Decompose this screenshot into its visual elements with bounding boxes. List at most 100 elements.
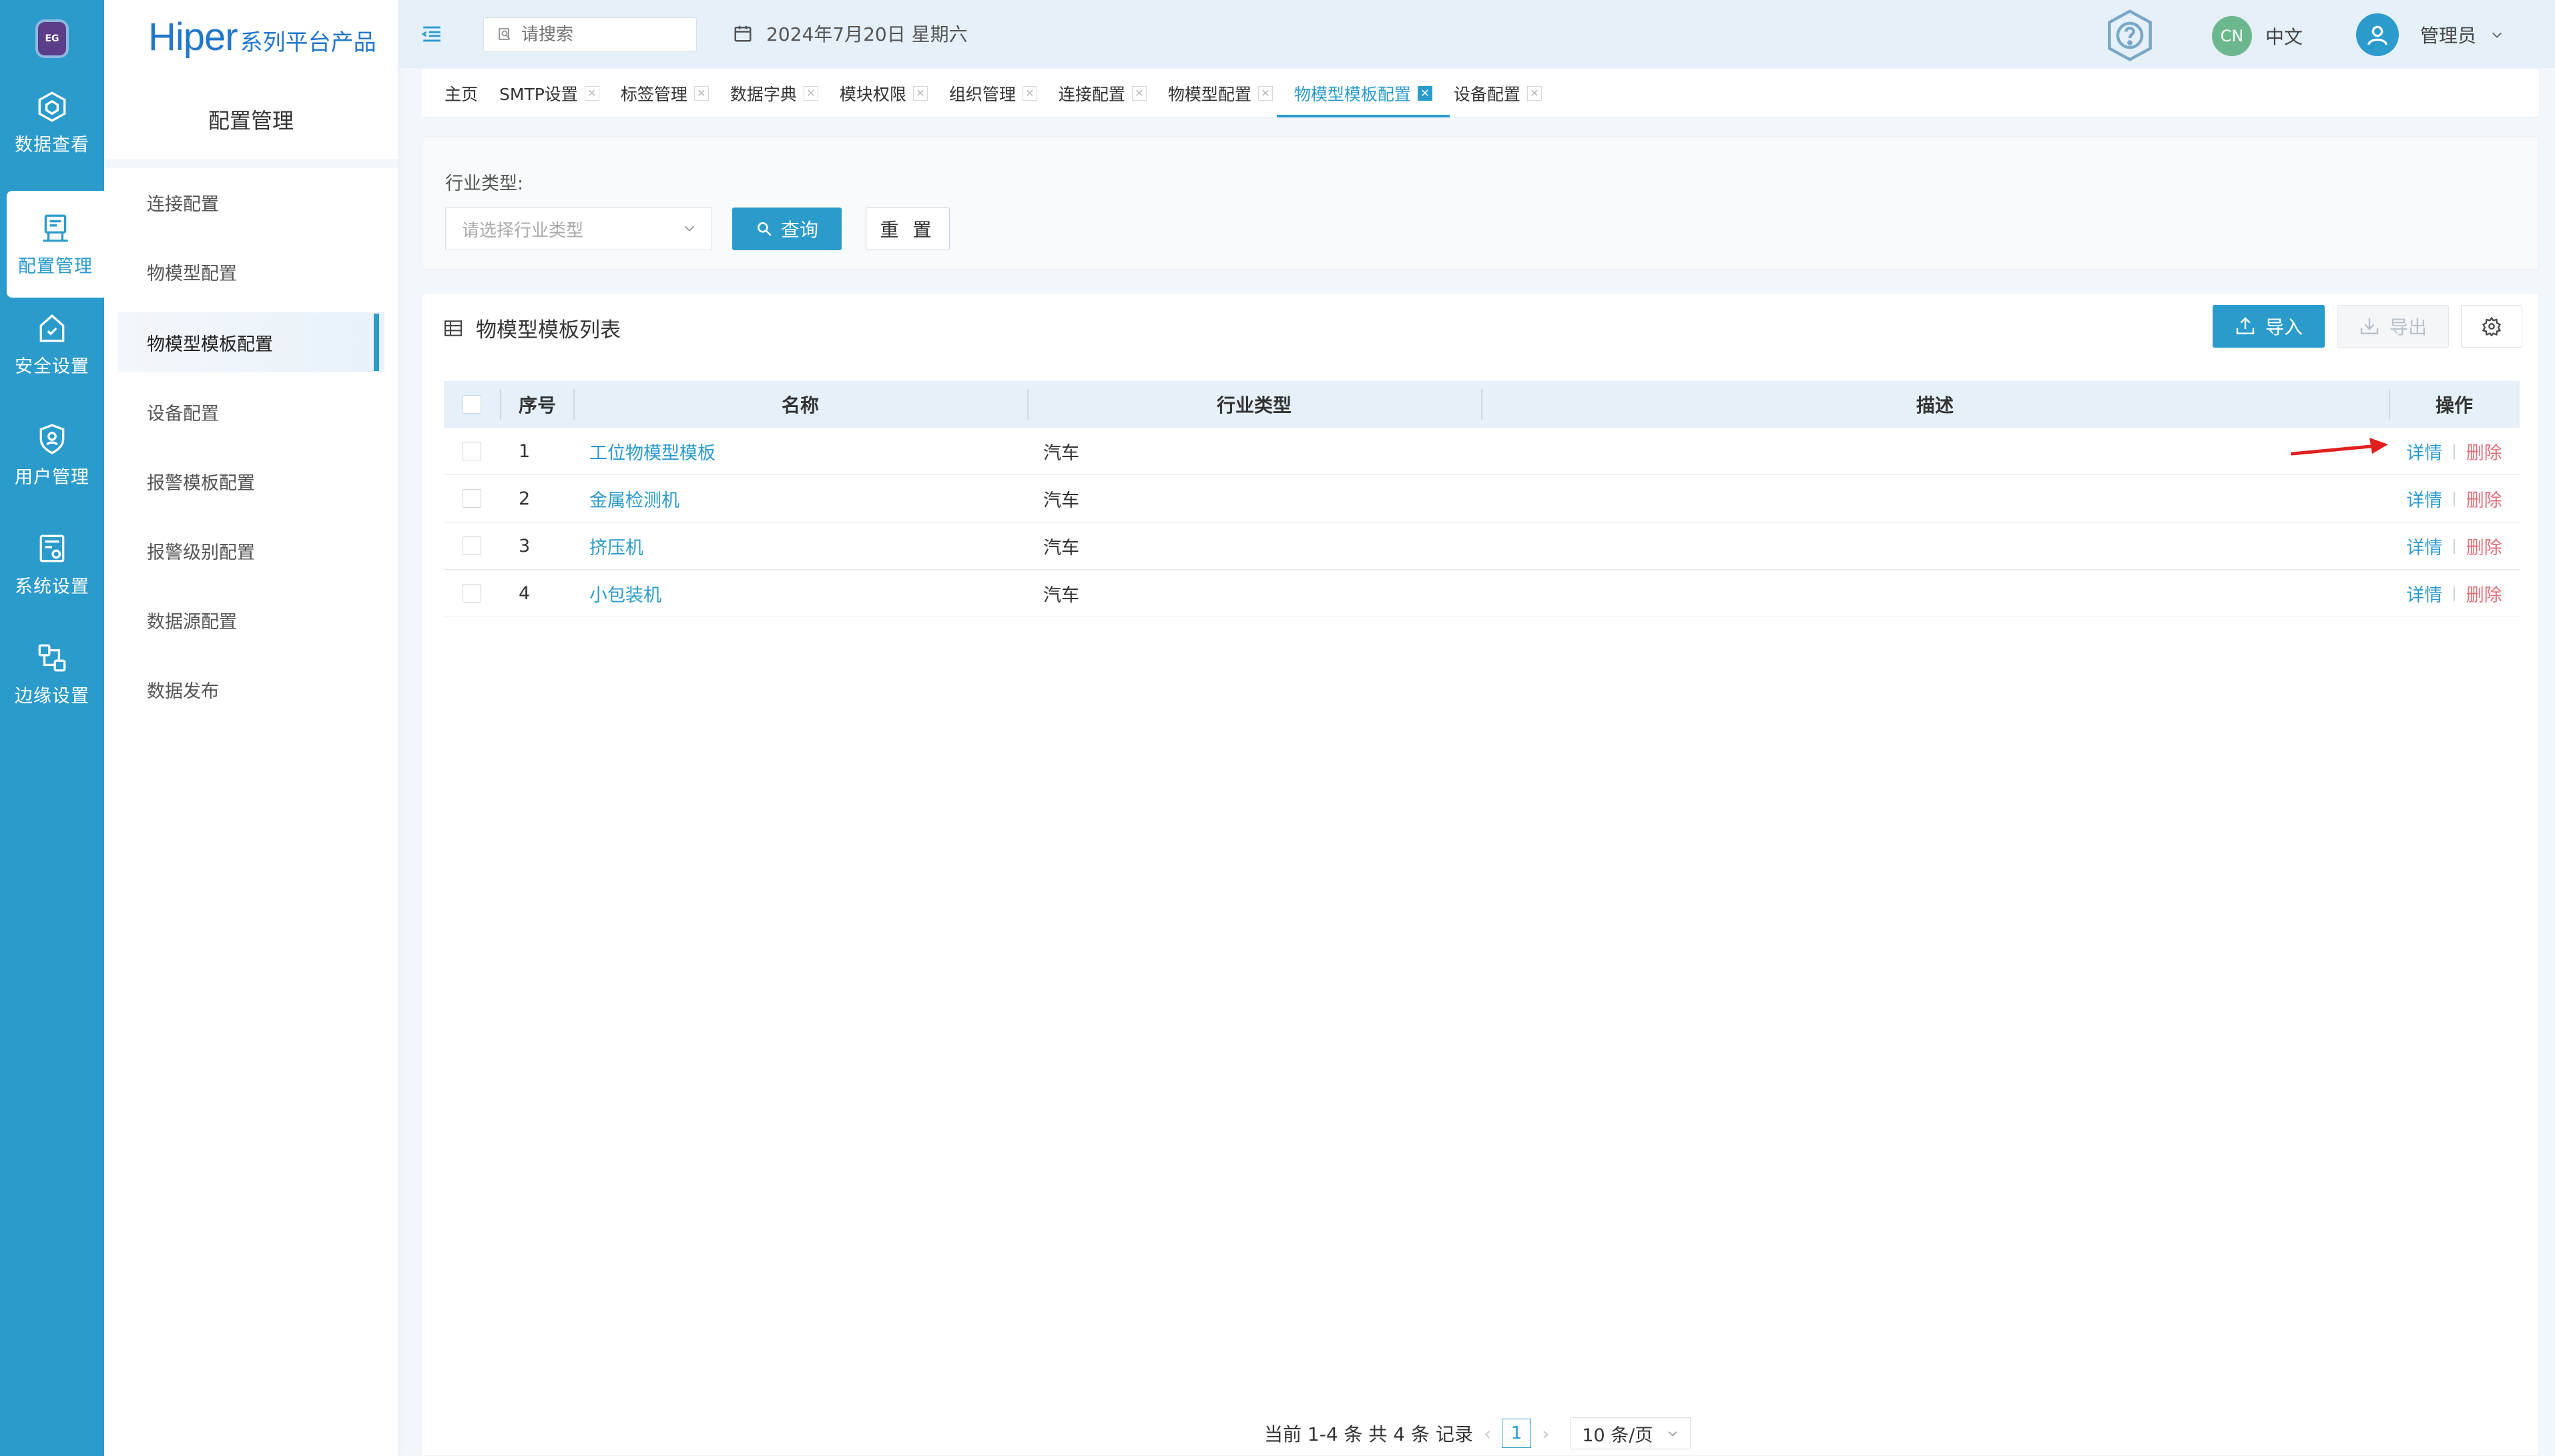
export-button[interactable]: 导出: [2337, 305, 2449, 348]
close-icon[interactable]: ✕: [912, 85, 928, 101]
row-name-cell: 金属检测机: [573, 486, 1027, 512]
tab-smtp[interactable]: SMTP设置 ✕: [499, 69, 599, 117]
search-icon: [499, 28, 511, 40]
tab-label: 连接配置: [1058, 84, 1125, 104]
select-all-checkbox[interactable]: [463, 395, 481, 414]
sidebar-item-alarm-level[interactable]: 报警级别配置: [147, 520, 441, 581]
close-icon[interactable]: ✕: [1417, 85, 1432, 101]
language-switch[interactable]: CN 中文: [2212, 16, 2303, 56]
rail-item-label: 边缘设置: [15, 685, 89, 707]
rail-item-security[interactable]: 安全设置: [0, 291, 104, 398]
next-page-button[interactable]: ›: [1542, 1423, 1549, 1445]
tab-connection[interactable]: 连接配置 ✕: [1059, 69, 1147, 117]
logo-mark: EG: [38, 22, 66, 55]
detail-link[interactable]: 详情: [2406, 438, 2442, 464]
date-display: 2024年7月20日 星期六: [733, 20, 968, 47]
col-header-operations: 操作: [2435, 394, 2473, 416]
search-icon: [758, 222, 772, 236]
delete-link[interactable]: 删除: [2466, 533, 2502, 559]
rail-item-label: 用户管理: [15, 466, 89, 488]
tab-dictionary[interactable]: 数据字典 ✕: [730, 69, 818, 117]
close-icon[interactable]: ✕: [1131, 85, 1147, 101]
user-menu[interactable]: 管理员: [2356, 13, 2504, 56]
column-divider: [1027, 389, 1029, 420]
rail-item-users[interactable]: 用户管理: [0, 402, 104, 508]
row-name-link[interactable]: 金属检测机: [589, 490, 679, 511]
tab-label: 数据字典: [730, 84, 797, 104]
rail-item-label: 安全设置: [15, 356, 89, 377]
close-icon[interactable]: ✕: [803, 85, 818, 101]
row-checkbox[interactable]: [463, 442, 481, 460]
brand-logo: Hiper 系列平台产品: [148, 15, 376, 61]
close-icon[interactable]: ✕: [693, 85, 709, 101]
row-select-cell: [444, 584, 500, 603]
close-icon[interactable]: ✕: [1257, 85, 1273, 101]
sidebar-item-data-publish[interactable]: 数据发布: [147, 659, 441, 719]
current-page-button[interactable]: 1: [1502, 1419, 1532, 1448]
query-button[interactable]: 查询: [732, 208, 842, 250]
app-logo[interactable]: EG: [0, 0, 104, 77]
row-select-cell: [444, 489, 500, 508]
industry-select[interactable]: 请选择行业类型: [445, 208, 712, 250]
menu-toggle-icon[interactable]: [420, 23, 443, 45]
rail-item-system[interactable]: 系统设置: [0, 511, 104, 618]
close-icon[interactable]: ✕: [584, 85, 599, 101]
close-icon[interactable]: ✕: [1022, 85, 1037, 101]
tab-tags[interactable]: 标签管理 ✕: [621, 69, 709, 117]
rail-item-config[interactable]: 配置管理: [7, 191, 104, 298]
cube-icon: [38, 91, 66, 122]
detail-link[interactable]: 详情: [2406, 533, 2442, 559]
sidebar-item-data-source[interactable]: 数据源配置: [147, 590, 441, 650]
import-button[interactable]: 导入: [2213, 305, 2325, 348]
row-name-link[interactable]: 小包装机: [589, 585, 661, 606]
user-icon: [2367, 25, 2387, 45]
row-checkbox[interactable]: [463, 489, 481, 508]
tab-label: 模块权限: [839, 84, 906, 104]
industry-select-placeholder: 请选择行业类型: [462, 220, 584, 241]
row-name-link[interactable]: 工位物模型模板: [589, 443, 716, 464]
tab-module-permissions[interactable]: 模块权限 ✕: [840, 69, 928, 117]
template-list-panel: 物模型模板列表 导入 导出 序号 名称 行业类型 描述 操作 1 工位物模型模板…: [422, 294, 2539, 1456]
detail-link[interactable]: 详情: [2406, 486, 2442, 512]
sidebar-item-thing-model[interactable]: 物模型配置: [147, 242, 441, 302]
sidebar-item-thing-model-template[interactable]: 物模型模板配置: [117, 312, 384, 372]
table-row: 4 小包装机 汽车 详情 | 删除: [444, 570, 2520, 617]
tab-thing-model-template[interactable]: 物模型模板配置 ✕: [1276, 69, 1450, 117]
table-row: 1 工位物模型模板 汽车 详情 | 删除: [444, 428, 2520, 475]
table-settings-button[interactable]: [2461, 305, 2522, 348]
rail-item-data-view[interactable]: 数据查看: [0, 69, 104, 176]
search-input[interactable]: [520, 24, 696, 45]
close-icon[interactable]: ✕: [1526, 85, 1542, 101]
detail-link[interactable]: 详情: [2406, 581, 2442, 607]
delete-link[interactable]: 删除: [2466, 486, 2502, 512]
col-header-description: 描述: [1916, 394, 1954, 416]
delete-link[interactable]: 删除: [2466, 581, 2502, 607]
row-name-link[interactable]: 挤压机: [589, 538, 643, 559]
config-sidebar: Hiper 系列平台产品 配置管理 连接配置 物模型配置 物模型模板配置 设备配…: [104, 0, 398, 1456]
language-badge: CN: [2212, 16, 2252, 56]
gear-icon: [2482, 316, 2502, 336]
chevron-down-icon: [2492, 32, 2502, 38]
row-checkbox[interactable]: [463, 536, 481, 555]
help-icon[interactable]: [2106, 9, 2153, 61]
row-industry: 汽车: [1043, 585, 1079, 606]
sidebar-item-connection[interactable]: 连接配置: [147, 172, 441, 232]
rail-item-edge[interactable]: 边缘设置: [0, 621, 104, 727]
tab-thing-model[interactable]: 物模型配置 ✕: [1168, 69, 1273, 117]
prev-page-button[interactable]: ‹: [1484, 1423, 1491, 1445]
tab-home[interactable]: 主页: [445, 69, 478, 117]
page-size-select[interactable]: 10 条/页: [1571, 1417, 1691, 1449]
annotation-arrow-icon: [2291, 438, 2388, 456]
sidebar-item-device[interactable]: 设备配置: [147, 382, 441, 442]
tab-device[interactable]: 设备配置 ✕: [1454, 69, 1542, 117]
reset-button[interactable]: 重 置: [866, 208, 950, 250]
search-box[interactable]: [483, 17, 697, 52]
user-shield-icon: [39, 423, 65, 454]
tab-label: 设备配置: [1453, 84, 1520, 104]
tab-organization[interactable]: 组织管理 ✕: [949, 69, 1037, 117]
delete-link[interactable]: 删除: [2466, 438, 2502, 464]
chevron-down-icon: [684, 226, 695, 232]
sidebar-title: 配置管理: [208, 108, 294, 133]
row-checkbox[interactable]: [463, 584, 481, 603]
sidebar-item-alarm-template[interactable]: 报警模板配置: [147, 451, 441, 511]
